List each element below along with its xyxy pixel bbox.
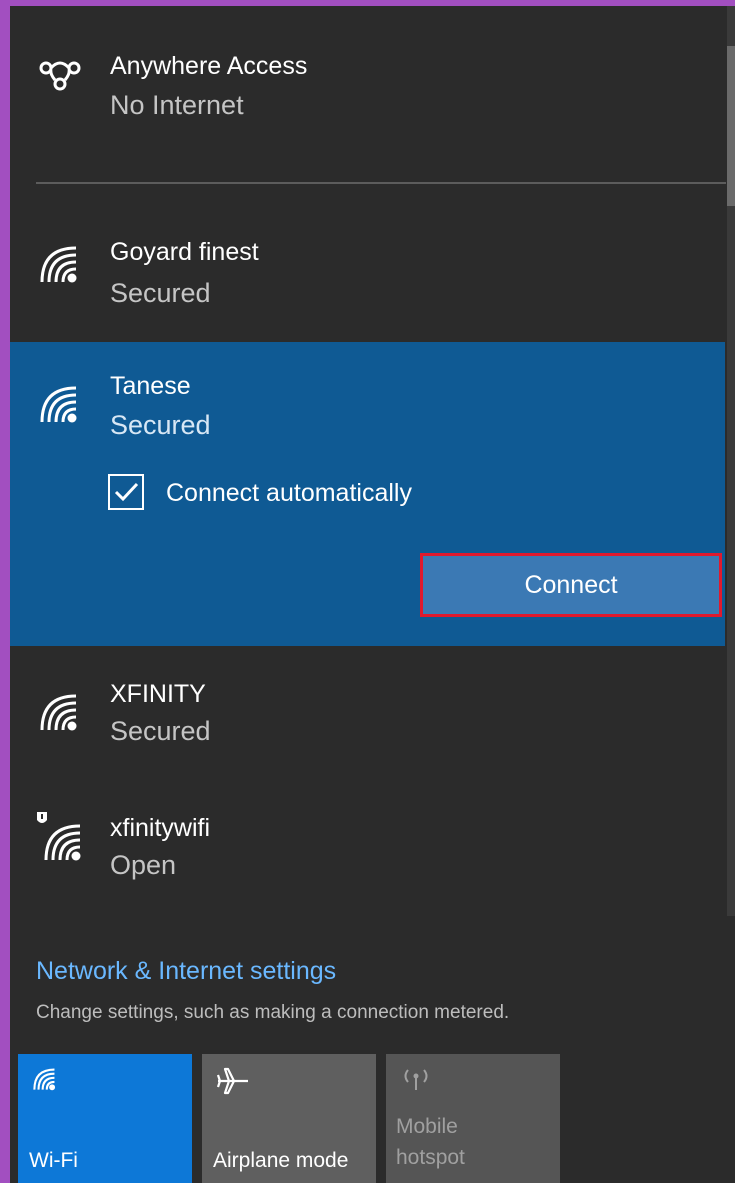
network-status: No Internet [110,90,244,120]
network-item-xfinity[interactable]: XFINITY Secured [10,654,725,784]
mobile-hotspot-tile[interactable]: Mobile hotspot [386,1054,560,1183]
tile-label: Airplane mode [213,1149,349,1172]
network-name: Goyard finest [110,238,259,266]
wifi-tile[interactable]: Wi-Fi [18,1054,192,1183]
scrollbar-thumb[interactable] [727,46,735,206]
network-status: Secured [110,716,211,746]
connect-automatically-checkbox[interactable] [108,474,144,510]
network-name: Anywhere Access [110,52,308,80]
wifi-icon [33,1068,56,1091]
checkmark-icon [114,482,139,502]
tile-label: Mobile hotspot [396,1112,465,1173]
network-flyout: Anywhere Access No Internet Goyard fines… [10,6,735,1183]
network-name: XFINITY [110,680,206,708]
scrollbar[interactable] [727,6,735,916]
mobile-hotspot-icon [404,1069,428,1090]
connect-button[interactable]: Connect [420,553,722,617]
tile-label-line: hotspot [396,1145,465,1169]
ethernet-link-icon [39,61,81,91]
network-status: Secured [110,410,211,440]
network-status: Secured [110,278,211,308]
network-name: xfinitywifi [110,814,211,842]
wifi-signal-icon [40,246,77,283]
network-item-xfinitywifi[interactable]: xfinitywifi Open [10,790,725,916]
network-status: Open [110,850,177,880]
tile-label-line: Mobile [396,1115,458,1139]
wifi-open-warning-icon [37,812,81,861]
connect-automatically-label[interactable]: Connect automatically [166,479,412,508]
wifi-signal-icon [40,694,77,731]
network-settings-description: Change settings, such as making a connec… [36,1002,510,1023]
wifi-signal-icon [40,386,77,423]
airplane-icon [216,1067,248,1095]
network-item-goyard-finest[interactable]: Goyard finest Secured [10,196,725,336]
network-settings-link[interactable]: Network & Internet settings [36,957,336,986]
network-name: Tanese [110,372,191,400]
divider [36,182,726,184]
airplane-mode-tile[interactable]: Airplane mode [202,1054,376,1183]
network-item-anywhere-access[interactable]: Anywhere Access No Internet [10,6,725,176]
tile-label: Wi-Fi [29,1149,78,1172]
